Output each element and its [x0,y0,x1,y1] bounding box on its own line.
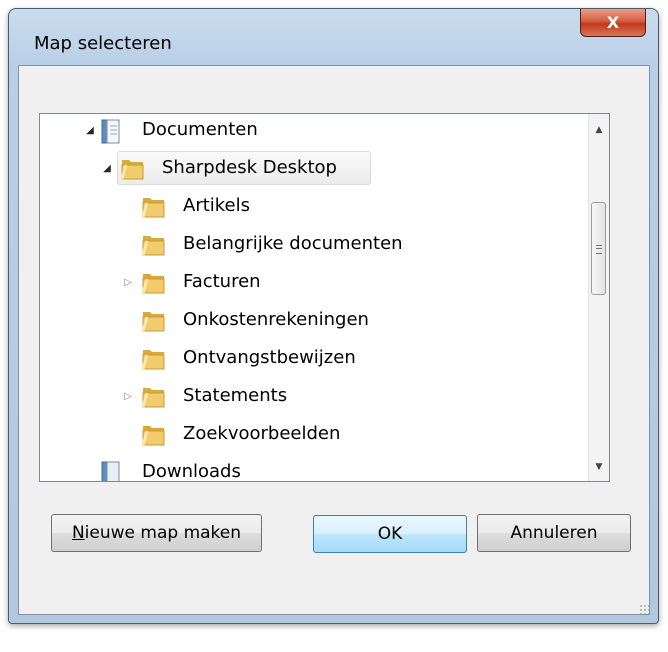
library-icon [100,461,122,481]
tree-item-label: Onkostenrekeningen [183,309,369,330]
title-bar[interactable]: Map selecteren X [9,9,658,65]
scroll-up-arrow-icon[interactable]: ▲ [589,120,609,140]
tree-item-downloads[interactable]: Downloads [40,456,580,482]
expanded-arrow-icon[interactable]: ◢ [101,163,113,175]
cancel-label: Annuleren [510,523,598,543]
dialog-title: Map selecteren [34,33,172,54]
tree-item-ontvangstbewijzen[interactable]: Ontvangstbewijzen [40,342,580,376]
tree-item-sharpdesk-desktop[interactable]: ◢ Sharpdesk Desktop [40,152,580,186]
tree-item-zoekvoorbeelden[interactable]: Zoekvoorbeelden [40,418,580,452]
folder-icon [141,232,167,256]
close-button[interactable]: X [580,9,646,37]
new-folder-accesskey: N [71,523,85,543]
resize-grip-icon[interactable] [639,604,649,614]
folder-icon [120,156,146,180]
tree-item-label: Belangrijke documenten [183,233,403,254]
cancel-button[interactable]: Annuleren [477,514,631,552]
tree-item-label: Documenten [142,119,258,140]
grip-icon [596,245,602,254]
folder-icon [141,422,167,446]
tree-item-documenten[interactable]: ◢ Documenten [40,114,580,148]
vertical-scrollbar[interactable]: ▲ ▼ [588,114,609,481]
ok-label: OK [377,524,403,544]
close-icon: X [606,13,620,32]
tree-item-facturen[interactable]: ▷ Facturen [40,266,580,300]
tree-item-label: Downloads [142,461,241,482]
folder-icon [141,346,167,370]
new-folder-label: ieuwe map maken [84,523,242,543]
tree-item-onkostenrekeningen[interactable]: Onkostenrekeningen [40,304,580,338]
folder-icon [141,308,167,332]
tree-item-label: Ontvangstbewijzen [183,347,356,368]
tree-item-label: Zoekvoorbeelden [183,423,341,444]
scrollbar-thumb[interactable] [591,202,606,295]
collapsed-arrow-icon[interactable]: ▷ [122,277,134,289]
folder-icon [141,384,167,408]
tree-item-label: Facturen [183,271,261,292]
tree-item-label: Sharpdesk Desktop [162,157,337,178]
folder-tree[interactable]: ◢ Documenten ◢ Sharpdesk Desktop Artikel… [39,113,610,482]
library-icon [100,119,122,144]
new-folder-button[interactable]: Nieuwe map maken [51,514,262,552]
tree-item-belangrijke-documenten[interactable]: Belangrijke documenten [40,228,580,262]
collapsed-arrow-icon[interactable]: ▷ [122,391,134,403]
folder-icon [141,270,167,294]
scroll-down-arrow-icon[interactable]: ▼ [589,457,609,477]
tree-item-statements[interactable]: ▷ Statements [40,380,580,414]
folder-icon [141,194,167,218]
tree-item-artikels[interactable]: Artikels [40,190,580,224]
tree-item-label: Artikels [183,195,251,216]
tree-item-label: Statements [183,385,288,406]
expanded-arrow-icon[interactable]: ◢ [84,125,96,137]
ok-button[interactable]: OK [313,515,467,553]
